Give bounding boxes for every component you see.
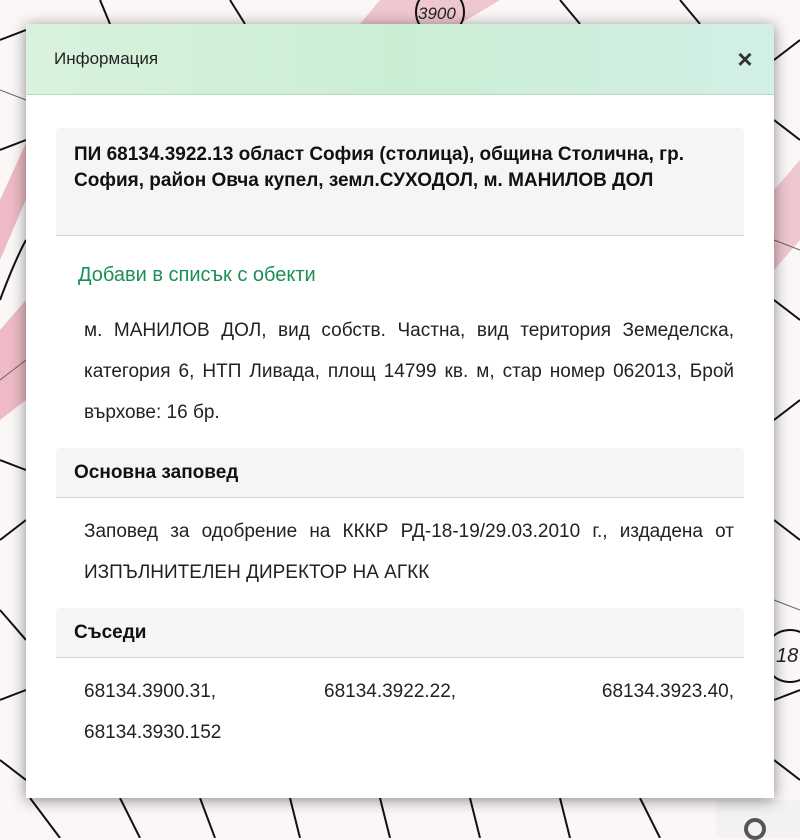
order-section-header: Основна заповед [56,448,744,498]
neighbors-section-title: Съседи [74,622,147,643]
neighbors-row: 68134.3930.152 [84,712,734,753]
neighbor-item: 68134.3930.152 [84,722,222,743]
neighbors-row: 68134.3900.31, 68134.3922.22, 68134.3923… [84,671,734,712]
information-dialog: Информация × ПИ 68134.3922.13 област Соф… [26,24,774,798]
neighbor-item: 68134.3900.31, [84,681,217,702]
order-section-title: Основна заповед [74,462,239,483]
map-label-top: 3900 [418,4,456,23]
parcel-description: м. МАНИЛОВ ДОЛ, вид собств. Частна, вид … [84,320,734,423]
close-icon: × [737,44,753,74]
map-label-right: 18 [776,645,799,667]
close-button[interactable]: × [730,44,760,74]
parcel-header: ПИ 68134.3922.13 област София (столица),… [56,128,744,236]
neighbor-item: 68134.3922.22, [324,681,457,702]
order-text: Заповед за одобрение на КККР РД-18-19/29… [84,521,734,583]
dialog-header: Информация × [26,24,774,95]
map-locate-button[interactable] [716,800,800,840]
add-to-object-list-link[interactable]: Добави в списък с обекти [78,264,316,287]
parcel-title: ПИ 68134.3922.13 област София (столица),… [74,144,684,191]
dialog-title: Информация [54,49,159,68]
map-locate-icon [744,818,766,840]
neighbors-section-header: Съседи [56,608,744,658]
neighbor-item: 68134.3923.40, [601,681,734,702]
